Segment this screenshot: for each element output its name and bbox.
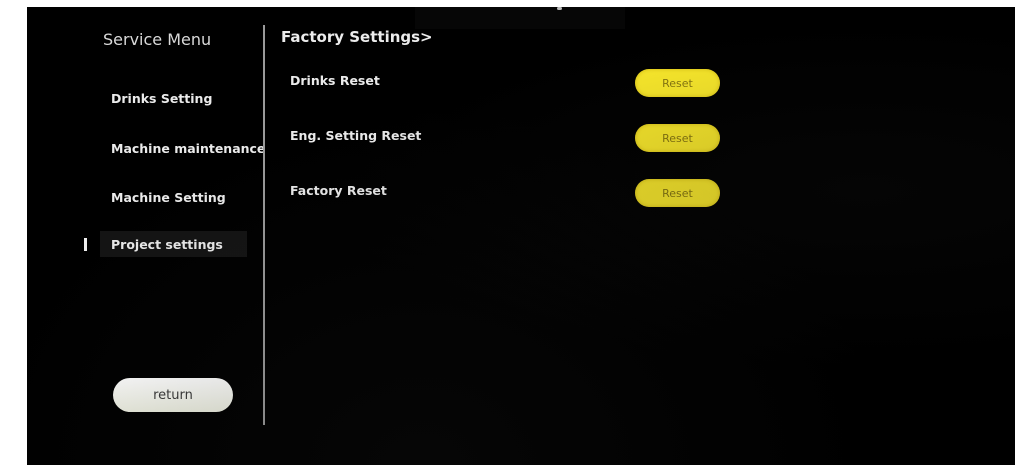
selection-indicator-icon	[84, 238, 87, 251]
sidebar-item-project-settings[interactable]: Project settings	[100, 231, 247, 257]
sidebar-item-label: Project settings	[111, 236, 223, 252]
drinks-reset-button[interactable]: Reset	[635, 69, 720, 97]
setting-row-factory-reset: Factory Reset Reset	[27, 177, 1015, 207]
setting-row-eng-setting-reset: Eng. Setting Reset Reset	[27, 122, 1015, 152]
setting-label: Drinks Reset	[290, 73, 380, 88]
setting-label: Eng. Setting Reset	[290, 128, 422, 143]
page-title: Factory Settings>	[281, 28, 433, 46]
eng-setting-reset-button[interactable]: Reset	[635, 124, 720, 152]
factory-reset-button[interactable]: Reset	[635, 179, 720, 207]
service-screen: Service Menu Drinks Setting Machine main…	[27, 7, 1015, 465]
return-button[interactable]: return	[113, 378, 233, 412]
setting-row-drinks-reset: Drinks Reset Reset	[27, 67, 1015, 97]
top-glare	[415, 7, 625, 29]
sidebar-title: Service Menu	[103, 30, 212, 49]
setting-label: Factory Reset	[290, 183, 387, 198]
top-glare-dot	[557, 7, 562, 10]
